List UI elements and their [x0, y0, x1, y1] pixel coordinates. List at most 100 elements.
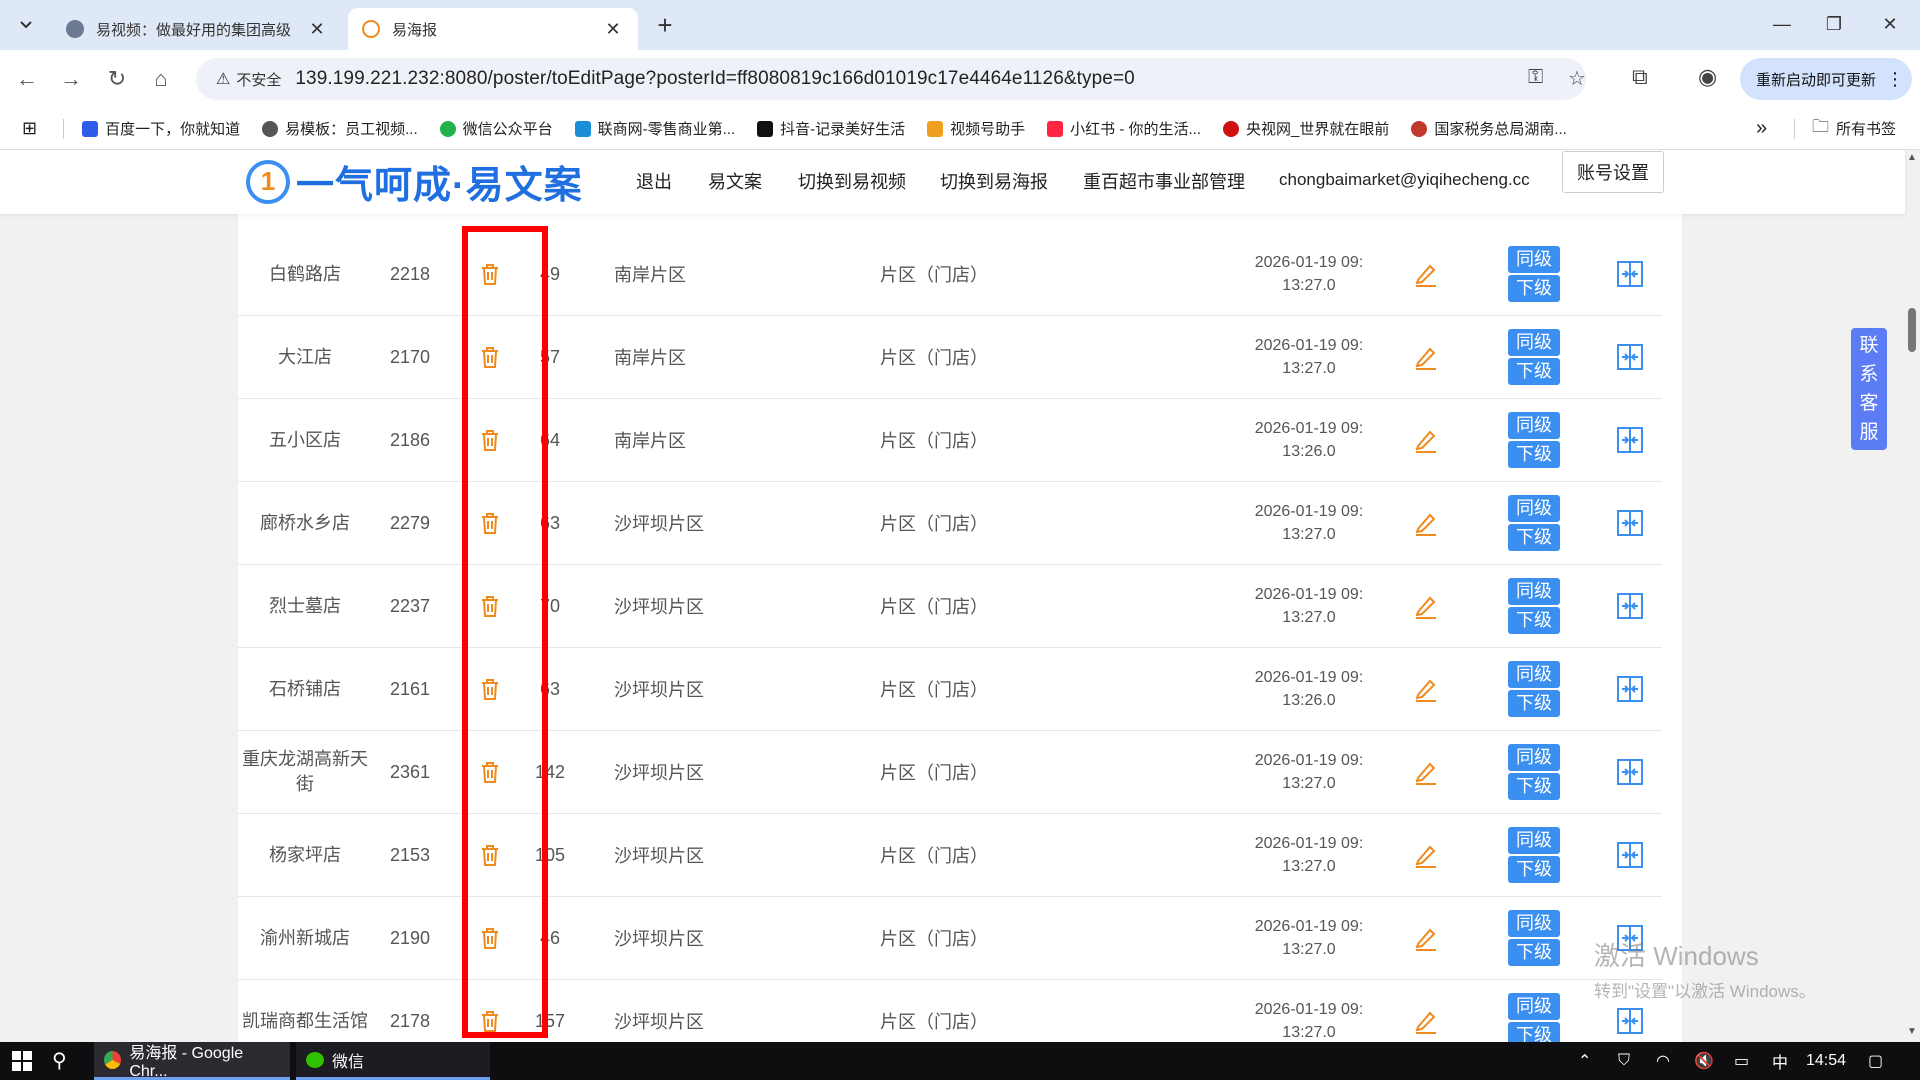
close-window-button[interactable]: ✕	[1862, 6, 1918, 42]
same-level-button[interactable]: 同级	[1508, 578, 1560, 605]
sub-level-button[interactable]: 下级	[1508, 358, 1560, 385]
bookmark-item[interactable]: 央视网_世界就在眼前	[1223, 118, 1389, 139]
page-scrollbar[interactable]: ▲ ▼	[1904, 150, 1920, 1042]
trash-icon[interactable]	[460, 731, 520, 813]
expand-arrows-icon[interactable]	[1610, 399, 1650, 481]
same-level-button[interactable]: 同级	[1508, 827, 1560, 854]
expand-arrows-icon[interactable]	[1610, 814, 1650, 896]
sub-level-button[interactable]: 下级	[1508, 275, 1560, 302]
tab-yishipin[interactable]: 易视频：做最好用的集团高级 ✕	[52, 8, 342, 50]
same-level-button[interactable]: 同级	[1508, 910, 1560, 937]
minimize-button[interactable]: —	[1754, 6, 1810, 42]
volume-muted-icon[interactable]: 🔇	[1694, 1042, 1714, 1080]
bookmark-star-icon[interactable]: ☆	[1568, 66, 1586, 91]
pencil-icon[interactable]	[1406, 565, 1446, 647]
trash-icon[interactable]	[460, 565, 520, 647]
trash-icon[interactable]	[460, 980, 520, 1042]
expand-arrows-icon[interactable]	[1610, 316, 1650, 398]
pencil-icon[interactable]	[1406, 399, 1446, 481]
trash-icon[interactable]	[460, 399, 520, 481]
all-bookmarks-button[interactable]: 🗀 所有书签	[1812, 114, 1896, 143]
expand-arrows-icon[interactable]	[1610, 731, 1650, 813]
same-level-button[interactable]: 同级	[1508, 329, 1560, 356]
expand-arrows-icon[interactable]	[1610, 565, 1650, 647]
pencil-icon[interactable]	[1406, 316, 1446, 398]
pencil-icon[interactable]	[1406, 648, 1446, 730]
same-level-button[interactable]: 同级	[1508, 495, 1560, 522]
pencil-icon[interactable]	[1406, 233, 1446, 315]
same-level-button[interactable]: 同级	[1508, 661, 1560, 688]
close-tab-icon[interactable]: ✕	[602, 19, 624, 40]
menu-switch-video[interactable]: 切换到易视频	[798, 168, 906, 194]
bookmark-item[interactable]: 百度一下，你就知道	[82, 118, 240, 139]
tab-yihaibao[interactable]: 易海报 ✕	[348, 8, 638, 50]
sub-level-button[interactable]: 下级	[1508, 856, 1560, 883]
site-logo[interactable]: 1 一气呵成·易文案	[246, 154, 583, 209]
taskbar-search-icon[interactable]: ⚲	[52, 1048, 67, 1073]
trash-icon[interactable]	[460, 316, 520, 398]
trash-icon[interactable]	[460, 482, 520, 564]
account-settings-button[interactable]: 账号设置	[1562, 151, 1664, 193]
sub-level-button[interactable]: 下级	[1508, 690, 1560, 717]
trash-icon[interactable]	[460, 648, 520, 730]
sub-level-button[interactable]: 下级	[1508, 1022, 1560, 1042]
taskbar-app-chrome[interactable]: 易海报 - Google Chr...	[94, 1042, 290, 1080]
show-hidden-icons[interactable]: ⌃	[1578, 1042, 1591, 1080]
bookmark-item[interactable]: 易模板：员工视频...	[262, 118, 418, 139]
bookmark-item[interactable]: 联商网-零售商业第...	[574, 118, 735, 139]
profile-icon[interactable]: ◉	[1698, 64, 1717, 90]
more-menu-icon[interactable]: ⋮	[1886, 69, 1904, 90]
pencil-icon[interactable]	[1406, 814, 1446, 896]
pencil-icon[interactable]	[1406, 731, 1446, 813]
sub-level-button[interactable]: 下级	[1508, 773, 1560, 800]
site-info-chip[interactable]: ⚠ 不安全	[206, 65, 291, 94]
taskbar-app-wechat[interactable]: 微信	[296, 1042, 490, 1080]
sub-level-button[interactable]: 下级	[1508, 441, 1560, 468]
bookmark-item[interactable]: 微信公众平台	[439, 118, 553, 139]
forward-button[interactable]: →	[54, 62, 88, 96]
address-bar[interactable]: ⚠ 不安全 139.199.221.232:8080/poster/toEdit…	[196, 58, 1586, 100]
pencil-icon[interactable]	[1406, 482, 1446, 564]
trash-icon[interactable]	[460, 233, 520, 315]
extensions-icon[interactable]: ⧉	[1632, 64, 1648, 90]
network-icon[interactable]: ◠	[1656, 1042, 1670, 1080]
same-level-button[interactable]: 同级	[1508, 744, 1560, 771]
reload-button[interactable]: ↻	[100, 62, 134, 96]
scrollbar-thumb[interactable]	[1908, 308, 1916, 352]
scroll-down-arrow-icon[interactable]: ▼	[1907, 1026, 1917, 1037]
scroll-up-arrow-icon[interactable]: ▲	[1907, 152, 1917, 163]
bookmark-item[interactable]: 国家税务总局湖南...	[1411, 118, 1567, 139]
url-text[interactable]: 139.199.221.232:8080/poster/toEditPage?p…	[295, 68, 1134, 90]
menu-logout[interactable]: 退出	[636, 168, 672, 194]
ime-indicator[interactable]: 中	[1772, 1042, 1788, 1080]
trash-icon[interactable]	[460, 814, 520, 896]
bookmark-item[interactable]: 抖音-记录美好生活	[757, 118, 905, 139]
same-level-button[interactable]: 同级	[1508, 993, 1560, 1020]
tab-search-button[interactable]	[8, 8, 44, 42]
expand-arrows-icon[interactable]	[1610, 482, 1650, 564]
sub-level-button[interactable]: 下级	[1508, 524, 1560, 551]
password-key-icon[interactable]: ⚿	[1528, 66, 1543, 89]
expand-arrows-icon[interactable]	[1610, 233, 1650, 315]
menu-switch-poster[interactable]: 切换到易海报	[940, 168, 1048, 194]
security-shield-icon[interactable]: ⛉	[1618, 1042, 1630, 1080]
maximize-button[interactable]: ❐	[1806, 6, 1862, 42]
sub-level-button[interactable]: 下级	[1508, 939, 1560, 966]
expand-arrows-icon[interactable]	[1610, 648, 1650, 730]
contact-service-button[interactable]: 联 系 客 服	[1851, 328, 1887, 450]
clock[interactable]: 14:54	[1806, 1042, 1846, 1080]
same-level-button[interactable]: 同级	[1508, 412, 1560, 439]
sub-level-button[interactable]: 下级	[1508, 607, 1560, 634]
bookmark-item[interactable]: 视频号助手	[927, 118, 1025, 139]
trash-icon[interactable]	[460, 897, 520, 979]
back-button[interactable]: ←	[10, 62, 44, 96]
start-button[interactable]	[0, 1042, 44, 1080]
pencil-icon[interactable]	[1406, 897, 1446, 979]
pencil-icon[interactable]	[1406, 980, 1446, 1042]
same-level-button[interactable]: 同级	[1508, 246, 1560, 273]
notification-icon[interactable]: ▢	[1868, 1042, 1883, 1080]
menu-dept-management[interactable]: 重百超市事业部管理	[1083, 168, 1245, 194]
menu-yiwenan[interactable]: 易文案	[708, 168, 762, 194]
more-bookmarks-button[interactable]: »	[1756, 117, 1767, 140]
battery-icon[interactable]: ▭	[1734, 1042, 1749, 1080]
